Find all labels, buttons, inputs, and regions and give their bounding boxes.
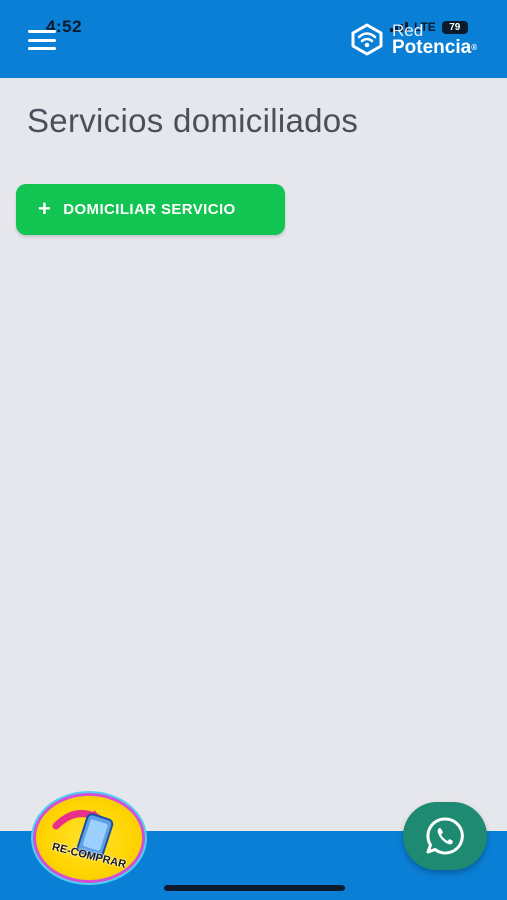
domiciliar-servicio-label: DOMICILIAR SERVICIO <box>63 201 236 218</box>
domiciliar-servicio-button[interactable]: + DOMICILIAR SERVICIO <box>16 184 285 235</box>
brand-line-1: Red <box>392 21 424 40</box>
brand-line-2: Potencia® <box>392 37 478 58</box>
whatsapp-button[interactable] <box>403 802 487 870</box>
whatsapp-icon <box>426 817 464 855</box>
home-indicator <box>164 885 345 891</box>
hamburger-menu-icon[interactable] <box>28 30 56 50</box>
brand-line-2-text: Potencia <box>392 37 472 58</box>
page-title: Servicios domiciliados <box>27 102 359 139</box>
red-potencia-logo-icon <box>351 23 383 56</box>
brand-logo: Red Potencia® <box>350 21 478 58</box>
brand-registered-mark: ® <box>471 43 478 52</box>
recomprar-button[interactable]: RE-COMPRAR <box>36 796 142 880</box>
plus-icon: + <box>38 195 52 221</box>
brand-name: Red Potencia® <box>392 21 478 58</box>
